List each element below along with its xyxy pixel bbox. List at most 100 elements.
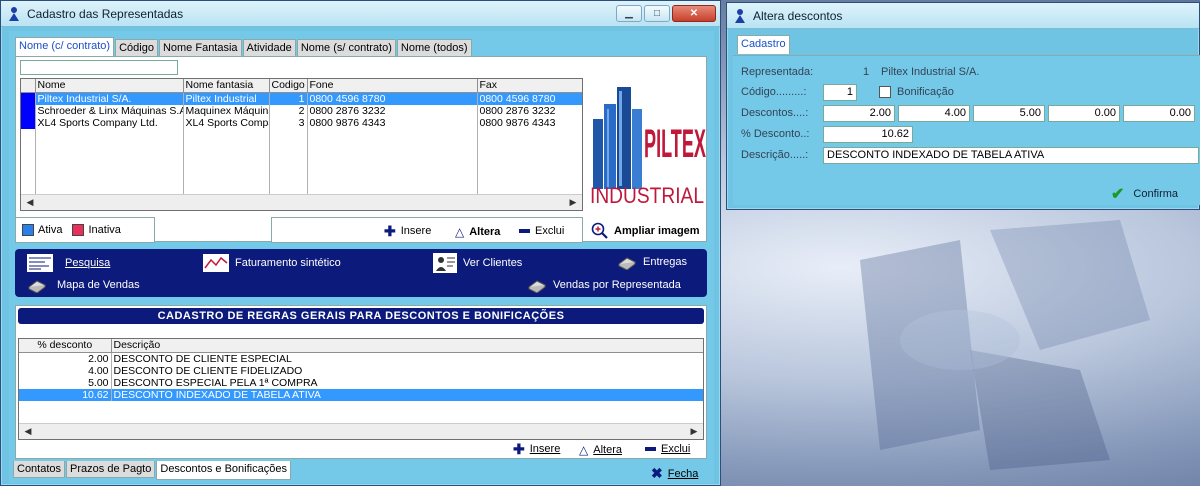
vendas-por-representada-link[interactable]: Vendas por Representada (527, 277, 681, 293)
ativa-swatch (22, 224, 34, 236)
sales-icon (528, 280, 546, 293)
rules-horizontal-scrollbar[interactable]: ◀ ▶ (19, 423, 703, 439)
desconto-field-1[interactable]: 2.00 (823, 105, 895, 122)
exclui-button[interactable]: Exclui (519, 225, 564, 237)
tab-codigo[interactable]: Código (115, 39, 158, 56)
pct-desconto-field[interactable]: 10.62 (823, 126, 913, 143)
close-button[interactable]: ✕ (672, 5, 716, 22)
status-swatch (21, 116, 36, 129)
scroll-right-icon[interactable]: ▶ (687, 425, 701, 438)
tab-descontos-bonificacoes[interactable]: Descontos e Bonificações (156, 461, 291, 480)
descricao-field[interactable]: DESCONTO INDEXADO DE TABELA ATIVA (823, 147, 1199, 164)
col-fantasia[interactable]: Nome fantasia (183, 79, 270, 93)
table-row[interactable]: 2.00 DESCONTO DE CLIENTE ESPECIAL (19, 352, 703, 365)
desconto-field-3[interactable]: 5.00 (973, 105, 1045, 122)
table-row[interactable]: Piltex Industrial S/A. Piltex Industrial… (21, 92, 582, 105)
dialog-titlebar: Altera descontos (727, 3, 1199, 29)
tab-prazos-pagto[interactable]: Prazos de Pagto (66, 461, 156, 478)
cell-codigo: 2 (269, 104, 308, 117)
cell-pct: 5.00 (19, 376, 112, 389)
ver-clientes-link[interactable]: Ver Clientes (433, 253, 522, 273)
minus-icon (519, 229, 530, 233)
cell-fantasia: Maquinex Máquinas (183, 104, 270, 117)
cell-fax: 0800 4596 8780 (477, 92, 582, 105)
clients-icon (433, 253, 457, 273)
col-fone[interactable]: Fone (307, 79, 478, 93)
representadas-grid: Nome Nome fantasia Codigo Fone Fax Pilte… (20, 78, 583, 211)
main-window-title: Cadastro das Representadas (27, 6, 184, 21)
ativa-label: Ativa (38, 224, 63, 236)
altera-button[interactable]: △ Altera (455, 225, 500, 239)
tab-atividade[interactable]: Atividade (242, 39, 296, 56)
fecha-button[interactable]: ✖ Fecha (651, 465, 698, 482)
minus-icon (645, 447, 656, 451)
table-row[interactable]: Schroeder & Linx Máquinas S.A. Maquinex … (21, 104, 582, 117)
cell-desc: DESCONTO DE CLIENTE ESPECIAL (111, 352, 703, 365)
company-logo-image: PILTEX INDUSTRIAL (588, 79, 706, 209)
bottom-tabs: Contatos Prazos de Pagto Descontos e Bon… (13, 461, 292, 480)
search-input[interactable] (20, 60, 178, 75)
col-codigo[interactable]: Codigo (269, 79, 308, 93)
rules-insere-button[interactable]: ✚ Insere (513, 442, 560, 456)
confirma-button[interactable]: ✔ Confirma (1111, 184, 1178, 204)
bonificacao-checkbox[interactable] (879, 86, 891, 98)
tab-nome-todos[interactable]: Nome (todos) (396, 39, 472, 56)
minimize-button[interactable]: ▁ (616, 5, 642, 22)
mapa-de-vendas-link[interactable]: Mapa de Vendas (27, 277, 140, 293)
desconto-field-4[interactable]: 0.00 (1048, 105, 1120, 122)
desconto-field-2[interactable]: 4.00 (898, 105, 970, 122)
representada-name: Piltex Industrial S/A. (881, 66, 980, 78)
pesquisa-link[interactable]: Pesquisa (27, 254, 110, 272)
codigo-field[interactable]: 1 (823, 84, 857, 101)
col-descricao[interactable]: Descrição (111, 339, 703, 353)
bonificacao-label: Bonificação (897, 86, 954, 98)
tab-nome-contrato[interactable]: Nome (c/ contrato) (15, 37, 115, 56)
cell-fax: 0800 2876 3232 (477, 104, 582, 117)
tab-nome-fantasia[interactable]: Nome Fantasia (158, 39, 242, 56)
table-row[interactable]: 10.62 DESCONTO INDEXADO DE TABELA ATIVA (19, 388, 703, 401)
line-chart-icon (203, 254, 229, 272)
dialog-tabs: Cadastro (737, 35, 791, 54)
cell-desc: DESCONTO INDEXADO DE TABELA ATIVA (111, 388, 703, 401)
cell-pct: 10.62 (19, 388, 112, 401)
cell-fantasia: Piltex Industrial (183, 92, 270, 105)
rules-altera-button[interactable]: △ Altera (579, 443, 622, 457)
cell-codigo: 1 (269, 92, 308, 105)
rules-header: CADASTRO DE REGRAS GERAIS PARA DESCONTOS… (18, 308, 704, 324)
rules-grid: % desconto Descrição 2.00 DESCONTO DE CLI… (18, 338, 704, 440)
cell-fone: 0800 4596 8780 (307, 92, 478, 105)
col-fax[interactable]: Fax (477, 79, 582, 93)
entregas-link[interactable]: Entregas (617, 254, 687, 270)
status-swatch (21, 92, 36, 105)
scroll-left-icon[interactable]: ◀ (21, 425, 35, 438)
report-icon (27, 254, 53, 272)
tab-contatos[interactable]: Contatos (13, 461, 66, 478)
plus-icon: ✚ (384, 223, 396, 239)
search-tabs: Nome (c/ contrato) Código Nome Fantasia … (15, 37, 473, 56)
ampliar-imagem-button[interactable]: Ampliar imagem (591, 222, 700, 240)
table-row[interactable]: XL4 Sports Company Ltd. XL4 Sports Compa… (21, 116, 582, 129)
main-body: Nome (c/ contrato) Código Nome Fantasia … (9, 31, 714, 483)
triangle-icon: △ (579, 443, 589, 457)
cell-pct: 4.00 (19, 364, 112, 377)
table-row[interactable]: 5.00 DESCONTO ESPECIAL PELA 1ª COMPRA (19, 376, 703, 389)
faturamento-sintetico-link[interactable]: Faturamento sintético (203, 254, 341, 272)
cell-nome: Schroeder & Linx Máquinas S.A. (35, 104, 184, 117)
grid-horizontal-scrollbar[interactable]: ◀ ▶ (21, 194, 582, 210)
search-panel: Nome Nome fantasia Codigo Fone Fax Pilte… (15, 56, 707, 242)
col-pct-desconto[interactable]: % desconto (19, 339, 112, 353)
checkmark-icon: ✔ (1111, 186, 1125, 203)
scroll-left-icon[interactable]: ◀ (23, 196, 37, 209)
descricao-label: Descrição.....: (741, 149, 809, 161)
tab-nome-sem-contrato[interactable]: Nome (s/ contrato) (296, 39, 396, 56)
representada-label: Representada: (741, 66, 814, 78)
insere-button[interactable]: ✚ Insere (384, 223, 431, 239)
table-row[interactable]: 4.00 DESCONTO DE CLIENTE FIDELIZADO (19, 364, 703, 377)
scroll-right-icon[interactable]: ▶ (566, 196, 580, 209)
maximize-button[interactable]: □ (644, 5, 670, 22)
rules-exclui-button[interactable]: Exclui (645, 443, 690, 455)
cell-desc: DESCONTO DE CLIENTE FIDELIZADO (111, 364, 703, 377)
desconto-field-5[interactable]: 0.00 (1123, 105, 1195, 122)
col-nome[interactable]: Nome (35, 79, 184, 93)
tab-cadastro[interactable]: Cadastro (737, 35, 790, 54)
